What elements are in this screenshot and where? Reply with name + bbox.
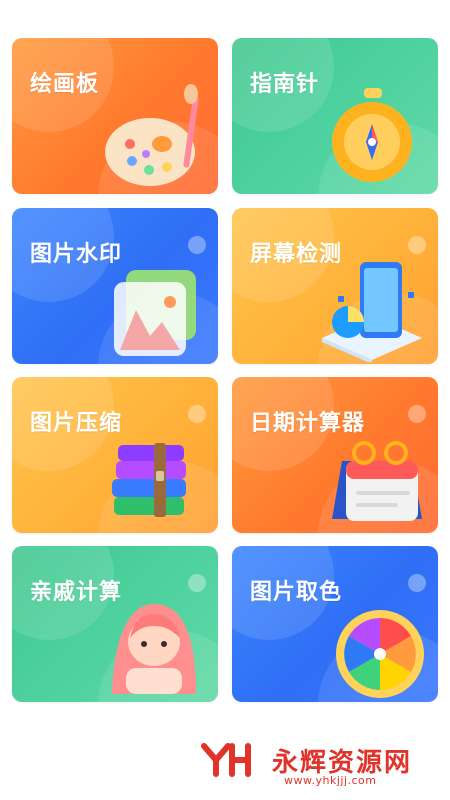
screen-test-icon <box>322 262 422 362</box>
girl-character-icon <box>112 604 196 694</box>
tool-card-relative-calculator[interactable]: 亲戚计算 <box>12 546 218 702</box>
tool-card-compass[interactable]: 指南针 <box>232 38 438 194</box>
color-wheel-icon <box>336 610 424 698</box>
tool-card-image-color-picker[interactable]: 图片取色 <box>232 546 438 702</box>
image-watermark-icon <box>114 270 196 356</box>
tool-title: 绘画板 <box>30 72 100 97</box>
watermark: 永辉资源网 www.yhkjjj.com <box>198 740 438 787</box>
tool-card-image-compress[interactable]: 图片压缩 <box>12 377 218 533</box>
tool-card-screen-test[interactable]: 屏幕检测 <box>232 208 438 364</box>
palette-icon <box>105 84 199 186</box>
brand-url: www.yhkjjj.com <box>284 774 377 787</box>
tool-card-image-watermark[interactable]: 图片水印 <box>12 208 218 364</box>
yh-logo-icon <box>201 743 251 777</box>
tool-title: 指南针 <box>250 72 320 97</box>
archive-books-icon <box>112 443 186 517</box>
tool-card-drawing-board[interactable]: 绘画板 <box>12 38 218 194</box>
calendar-icon <box>332 441 422 521</box>
compass-icon <box>332 88 412 182</box>
tool-card-date-calculator[interactable]: 日期计算器 <box>232 377 438 533</box>
